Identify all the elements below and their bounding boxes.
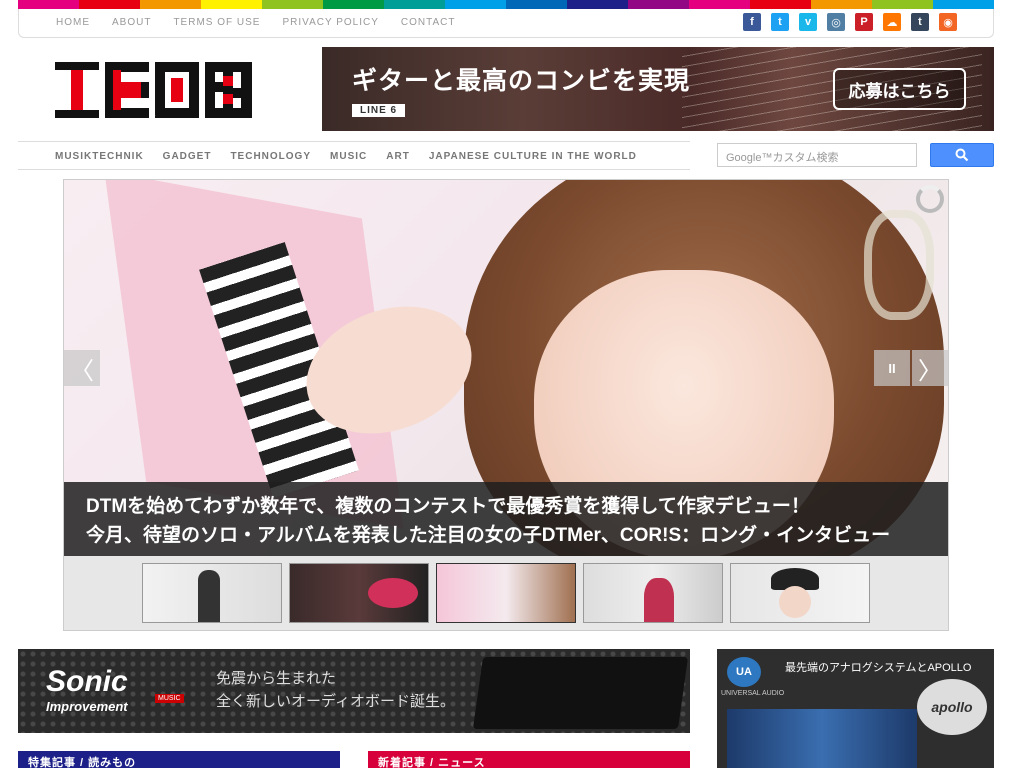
sonic-improvement-ad[interactable]: Sonic Improvement MUSIC 免震から生まれた 全く新しいオー…	[18, 649, 690, 733]
universal-audio-logo: UA	[727, 657, 761, 687]
nav-privacy-link[interactable]: PRIVACY POLICY	[282, 17, 378, 28]
slider-next-arrow[interactable]: 〉	[912, 350, 948, 386]
twitter-icon[interactable]: t	[771, 13, 789, 31]
rainbow-segment	[750, 0, 811, 9]
search-icon	[955, 148, 969, 162]
universal-audio-name: UNIVERSAL AUDIO	[721, 690, 785, 697]
banner-apply-button[interactable]: 応募はこちら	[833, 68, 966, 110]
category-technology[interactable]: TECHNOLOGY	[230, 151, 311, 162]
slider-hero-image[interactable]: 〈 II 〉 DTMを始めてわずか数年で、複数のコンテストで最優秀賞を獲得して作…	[64, 180, 948, 556]
category-navigation: MUSIKTECHNIK GADGET TECHNOLOGY MUSIC ART…	[18, 141, 690, 170]
studio-screens-image	[727, 709, 917, 768]
rainbow-segment	[567, 0, 628, 9]
ad-copy: 免震から生まれた 全く新しいオーディオボード誕生。	[216, 667, 455, 713]
rainbow-segment	[79, 0, 140, 9]
pinterest-icon[interactable]: P	[855, 13, 873, 31]
top-navigation: HOME ABOUT TERMS OF USE PRIVACY POLICY C…	[18, 9, 994, 38]
search-input[interactable]: Google™カスタム検索	[717, 143, 917, 167]
line6-logo: LINE 6	[352, 104, 406, 117]
search-button[interactable]	[930, 143, 994, 167]
sonic-logo-text: Sonic	[46, 665, 128, 698]
improvement-logo-text: Improvement	[46, 699, 128, 714]
news-section-header[interactable]: 新着記事 / ニュース	[368, 751, 690, 768]
social-links: f t v ◎ P ☁ t ◉	[743, 13, 957, 31]
nav-about-link[interactable]: ABOUT	[112, 17, 151, 28]
category-musiktechnik[interactable]: MUSIKTECHNIK	[55, 151, 144, 162]
slider-thumb-2[interactable]	[289, 563, 429, 623]
tumblr-icon[interactable]: t	[911, 13, 929, 31]
rainbow-segment	[506, 0, 567, 9]
rainbow-segment	[140, 0, 201, 9]
apollo-badge: apollo	[917, 679, 987, 735]
slider-thumb-5[interactable]	[730, 563, 870, 623]
category-music[interactable]: MUSIC	[330, 151, 367, 162]
slider-thumbnails	[142, 563, 870, 623]
rainbow-segment	[811, 0, 872, 9]
rainbow-strip	[18, 0, 994, 9]
ad-copy-line-2: 全く新しいオーディオボード誕生。	[216, 693, 455, 710]
feature-section-header[interactable]: 特集記事 / 読みもの	[18, 751, 340, 768]
apollo-ad-title: 最先端のアナログシステムとAPOLLO	[785, 662, 972, 674]
caption-line-2: 今月、待望のソロ・アルバムを発表した注目の女の子DTMer、COR!S：ロング・…	[86, 525, 891, 546]
facebook-icon[interactable]: f	[743, 13, 761, 31]
nav-home-link[interactable]: HOME	[56, 17, 90, 28]
music-tag: MUSIC	[155, 694, 184, 703]
nav-terms-link[interactable]: TERMS OF USE	[173, 17, 260, 28]
slider-caption[interactable]: DTMを始めてわずか数年で、複数のコンテストで最優秀賞を獲得して作家デビュー！ …	[64, 482, 948, 556]
category-art[interactable]: ART	[386, 151, 410, 162]
rainbow-segment	[18, 0, 79, 9]
logo-text: ICON	[153, 115, 156, 117]
slider-thumb-3[interactable]	[436, 563, 576, 623]
ad-copy-line-1: 免震から生まれた	[216, 670, 337, 687]
rainbow-segment	[445, 0, 506, 9]
rainbow-segment	[872, 0, 933, 9]
slider-pause-button[interactable]: II	[874, 350, 910, 386]
nav-contact-link[interactable]: CONTACT	[401, 17, 456, 28]
vimeo-icon[interactable]: v	[799, 13, 817, 31]
instagram-icon[interactable]: ◎	[827, 13, 845, 31]
top-nav-links: HOME ABOUT TERMS OF USE PRIVACY POLICY C…	[56, 17, 478, 28]
rainbow-segment	[628, 0, 689, 9]
rainbow-segment	[689, 0, 750, 9]
header-banner-ad[interactable]: ギターと最高のコンビを実現 LINE 6 応募はこちら	[322, 47, 994, 131]
rainbow-segment	[933, 0, 994, 9]
audio-board-image	[472, 657, 689, 729]
rainbow-segment	[201, 0, 262, 9]
rss-icon[interactable]: ◉	[939, 13, 957, 31]
site-logo[interactable]: ICON	[55, 62, 252, 118]
slider-thumb-4[interactable]	[583, 563, 723, 623]
slider-thumb-1[interactable]	[142, 563, 282, 623]
slider-prev-arrow[interactable]: 〈	[64, 350, 100, 386]
caption-line-1: DTMを始めてわずか数年で、複数のコンテストで最優秀賞を獲得して作家デビュー！	[86, 496, 810, 517]
loading-spinner-icon	[916, 185, 944, 213]
rainbow-segment	[384, 0, 445, 9]
featured-slider: 〈 II 〉 DTMを始めてわずか数年で、複数のコンテストで最優秀賞を獲得して作…	[63, 179, 949, 631]
ribbon-image	[864, 210, 934, 320]
banner-headline: ギターと最高のコンビを実現	[352, 67, 691, 95]
soundcloud-icon[interactable]: ☁	[883, 13, 901, 31]
category-japanese-culture[interactable]: JAPANESE CULTURE IN THE WORLD	[429, 151, 637, 162]
apollo-ad[interactable]: UA UNIVERSAL AUDIO 最先端のアナログシステムとAPOLLO a…	[717, 649, 994, 768]
category-gadget[interactable]: GADGET	[163, 151, 212, 162]
rainbow-segment	[262, 0, 323, 9]
rainbow-segment	[323, 0, 384, 9]
